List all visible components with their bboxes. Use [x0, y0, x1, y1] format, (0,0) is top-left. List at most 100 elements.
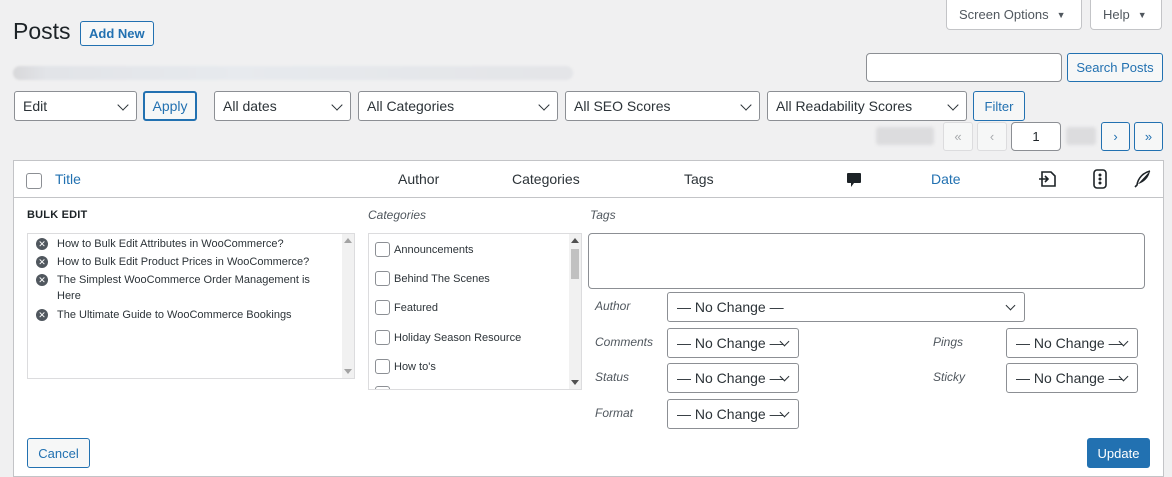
list-item: ✕ How to Bulk Edit Attributes in WooComm… — [36, 236, 336, 252]
seo-scores-value: All SEO Scores — [574, 98, 671, 114]
categories-checklist: Announcements Behind The Scenes Featured… — [368, 233, 582, 390]
categories-value: All Categories — [367, 98, 455, 114]
category-label: Featured — [394, 301, 439, 314]
list-item: ✕ The Simplest WooCommerce Order Managem… — [36, 272, 336, 304]
tags-textarea[interactable] — [588, 233, 1145, 289]
sticky-select[interactable]: — No Change — — [1006, 363, 1138, 393]
post-title: How to Bulk Edit Product Prices in WooCo… — [57, 256, 310, 268]
categories-select[interactable]: All Categories — [358, 91, 558, 121]
category-item[interactable]: How to's — [375, 359, 436, 374]
format-label: Format — [595, 406, 634, 420]
readability-scores-value: All Readability Scores — [776, 98, 913, 114]
update-button[interactable]: Update — [1087, 438, 1150, 468]
comments-select[interactable]: — No Change — — [667, 328, 799, 358]
category-checkbox[interactable] — [375, 330, 390, 345]
status-select[interactable]: — No Change — — [667, 363, 799, 393]
table-header: Title Author Categories Tags Date — [14, 161, 1163, 198]
help-label: Help — [1103, 7, 1130, 22]
category-item[interactable]: Holiday Season Resource — [375, 330, 521, 345]
search-input[interactable] — [866, 53, 1062, 82]
author-label: Author — [595, 299, 631, 313]
scroll-down-icon[interactable] — [344, 369, 352, 374]
chevron-down-icon — [331, 99, 343, 111]
scroll-down-icon[interactable] — [571, 380, 579, 385]
caret-down-icon: ▼ — [1137, 9, 1147, 20]
tags-label: Tags — [590, 208, 616, 222]
list-item: ✕ The Ultimate Guide to WooCommerce Book… — [36, 307, 336, 323]
comment-icon[interactable] — [846, 172, 862, 191]
column-author: Author — [398, 171, 440, 187]
caret-down-icon: ▼ — [1056, 9, 1066, 20]
readability-scores-select[interactable]: All Readability Scores — [767, 91, 967, 121]
remove-icon[interactable]: ✕ — [36, 256, 48, 268]
column-tags: Tags — [684, 171, 714, 187]
column-title[interactable]: Title — [55, 171, 81, 187]
column-date[interactable]: Date — [931, 171, 961, 187]
last-page-button[interactable]: » — [1134, 122, 1163, 151]
remove-icon[interactable]: ✕ — [36, 238, 48, 250]
prev-page-button: ‹ — [977, 122, 1007, 151]
scroll-up-icon[interactable] — [344, 238, 352, 243]
category-item[interactable]: Behind The Scenes — [375, 271, 490, 286]
posts-table: Title Author Categories Tags Date BULK E… — [13, 160, 1164, 477]
category-label: How to's — [394, 360, 436, 373]
chevron-down-icon — [1005, 300, 1016, 311]
status-value: — No Change — — [677, 370, 784, 386]
items-count-blurred — [876, 127, 934, 145]
current-page-input[interactable]: 1 — [1011, 122, 1061, 151]
total-pages-blurred — [1066, 127, 1096, 145]
remove-icon[interactable]: ✕ — [36, 274, 48, 286]
screen-options-button[interactable]: Screen Options ▼ — [946, 0, 1082, 30]
help-button[interactable]: Help ▼ — [1090, 0, 1162, 30]
bulk-edit-heading: BULK EDIT — [27, 209, 88, 221]
category-label: Holiday Season Resource — [394, 331, 522, 344]
sticky-label: Sticky — [933, 370, 966, 384]
pings-select[interactable]: — No Change — — [1006, 328, 1138, 358]
category-checkbox[interactable] — [375, 300, 390, 315]
screen-options-label: Screen Options — [959, 7, 1049, 22]
category-label: Announcements — [394, 243, 474, 256]
author-select[interactable]: — No Change — — [667, 292, 1025, 322]
category-checkbox[interactable] — [375, 271, 390, 286]
seo-scores-select[interactable]: All SEO Scores — [565, 91, 760, 121]
search-posts-button[interactable]: Search Posts — [1067, 53, 1163, 82]
seo-icon[interactable] — [1038, 169, 1058, 192]
cancel-button[interactable]: Cancel — [27, 438, 90, 468]
bulk-edit-posts-list: ✕ How to Bulk Edit Attributes in WooComm… — [27, 233, 355, 379]
category-checkbox[interactable] — [375, 242, 390, 257]
category-checkbox[interactable] — [375, 359, 390, 374]
post-title: The Ultimate Guide to WooCommerce Bookin… — [57, 309, 292, 321]
bulk-action-select[interactable]: Edit — [14, 91, 137, 121]
column-categories: Categories — [512, 171, 580, 187]
remove-icon[interactable]: ✕ — [36, 309, 48, 321]
scroll-up-icon[interactable] — [571, 238, 579, 243]
first-page-button: « — [943, 122, 973, 151]
add-new-button[interactable]: Add New — [80, 21, 154, 46]
scroll-thumb[interactable] — [571, 249, 579, 279]
pings-value: — No Change — — [1016, 335, 1123, 351]
category-item[interactable]: Announcements — [375, 242, 474, 257]
feather-icon[interactable] — [1134, 170, 1152, 191]
dates-value: All dates — [223, 98, 277, 114]
select-all-checkbox[interactable] — [26, 173, 42, 189]
bulk-action-value: Edit — [23, 98, 48, 114]
list-item: ✕ How to Bulk Edit Product Prices in Woo… — [36, 254, 336, 270]
readability-icon[interactable] — [1092, 169, 1108, 192]
filter-button[interactable]: Filter — [973, 91, 1025, 121]
category-item[interactable]: Featured — [375, 300, 438, 315]
dates-select[interactable]: All dates — [214, 91, 351, 121]
chevron-down-icon — [117, 99, 129, 111]
category-checkbox[interactable] — [375, 386, 390, 389]
chevron-down-icon — [740, 99, 752, 111]
format-value: — No Change — — [677, 406, 784, 422]
next-page-button[interactable]: › — [1101, 122, 1130, 151]
categories-label: Categories — [368, 208, 427, 222]
apply-button[interactable]: Apply — [143, 91, 197, 121]
author-value: — No Change — — [677, 299, 784, 315]
format-select[interactable]: — No Change — — [667, 399, 799, 429]
posts-scrollbar[interactable] — [342, 234, 354, 378]
category-label: Behind The Scenes — [394, 272, 490, 285]
status-label: Status — [595, 370, 630, 384]
categories-scrollbar[interactable] — [569, 234, 581, 389]
post-title: How to Bulk Edit Attributes in WooCommer… — [57, 238, 284, 250]
